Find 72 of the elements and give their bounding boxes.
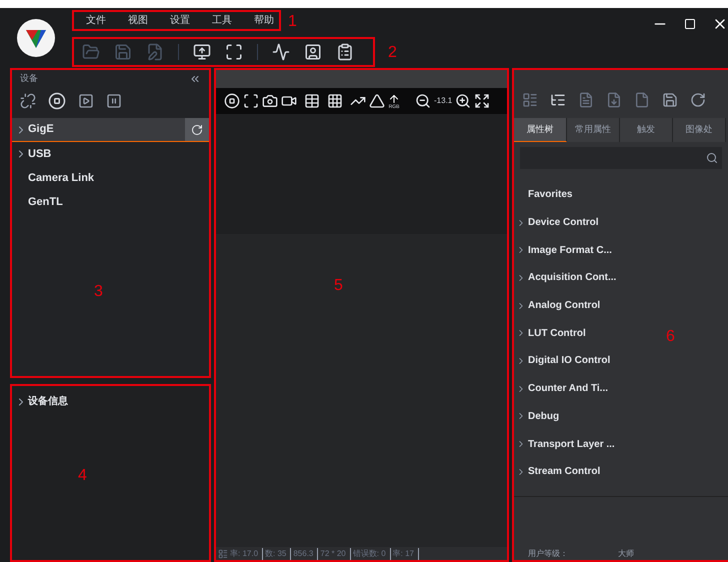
property-group[interactable]: Device Control	[514, 208, 599, 236]
table-icon[interactable]	[304, 93, 320, 109]
menu-item[interactable]: 视图	[128, 13, 148, 28]
clipboard-icon[interactable]	[336, 43, 354, 61]
collapse-icon[interactable]	[189, 73, 201, 85]
menu-item[interactable]: 文件	[86, 13, 106, 28]
arrow-up-icon	[388, 92, 400, 104]
refresh-button[interactable]	[185, 118, 209, 141]
property-group[interactable]: Transport Layer ...	[514, 430, 615, 458]
tab[interactable]: 图像处	[673, 118, 726, 142]
annotation-number: 4	[78, 466, 87, 486]
property-group[interactable]: Analog Control	[514, 292, 600, 320]
zoom-value: -13.1	[434, 95, 452, 107]
screen-switch-icon[interactable]	[193, 43, 211, 61]
file-export-icon[interactable]	[606, 92, 622, 108]
disconnect-icon[interactable]	[20, 93, 36, 109]
list-icon[interactable]	[550, 92, 566, 108]
status-icon[interactable]	[218, 548, 228, 558]
stop-icon[interactable]	[224, 93, 240, 109]
status-text: 数: 35	[265, 548, 292, 560]
menu-item[interactable]: 工具	[212, 13, 232, 28]
refresh-icon[interactable]	[690, 92, 706, 108]
property-group[interactable]: Stream Control	[514, 458, 600, 486]
user-level-label: 用户等级：	[528, 548, 568, 560]
play-icon[interactable]	[78, 93, 94, 109]
annotation-number: 1	[288, 12, 297, 32]
grid-icon[interactable]	[327, 93, 343, 109]
camera-icon[interactable]	[262, 93, 278, 109]
panel-icon[interactable]	[522, 92, 538, 108]
save-icon[interactable]	[662, 92, 678, 108]
tab[interactable]: 属性树	[514, 118, 567, 142]
device-tree-item[interactable]: USB	[12, 142, 209, 166]
file-icon[interactable]	[634, 92, 650, 108]
tab[interactable]: 常用属性	[567, 118, 620, 142]
property-group[interactable]: Counter And Ti...	[514, 374, 608, 402]
property-group[interactable]: LUT Control	[514, 319, 586, 348]
scan-icon[interactable]	[243, 93, 259, 109]
annotation-number: 5	[334, 276, 343, 296]
menu-item[interactable]: 帮助	[254, 13, 274, 28]
tab[interactable]: 触发	[620, 118, 673, 142]
maximize-icon[interactable]	[684, 18, 696, 30]
annotation-number: 6	[666, 327, 675, 347]
device-tree-item[interactable]: Camera Link	[12, 166, 209, 190]
user-level-value: 大师	[618, 548, 634, 560]
device-tree-item[interactable]: GenTL	[12, 190, 209, 214]
status-text: 72 * 20	[320, 548, 351, 560]
menu-item[interactable]: 设置	[170, 13, 190, 28]
pause-icon[interactable]	[106, 93, 122, 109]
zoom-out-icon[interactable]	[415, 93, 431, 109]
status-text: 856.3	[293, 548, 318, 560]
property-group[interactable]: Debug	[514, 402, 560, 430]
search-icon	[706, 152, 718, 164]
annotation-number: 3	[94, 282, 103, 302]
file-icon[interactable]	[578, 92, 594, 108]
stop-icon[interactable]	[48, 92, 66, 110]
device-tree-item[interactable]: GigE	[12, 118, 209, 142]
zoom-in-icon[interactable]	[455, 93, 472, 109]
panel-title: 设备	[20, 72, 38, 86]
annotation-number: 2	[388, 43, 397, 63]
refresh-icon	[191, 124, 203, 136]
waveform-icon[interactable]	[272, 43, 290, 61]
status-text: 率: 17	[392, 548, 419, 560]
device-info-item[interactable]: 设备信息	[12, 394, 209, 409]
property-group[interactable]: Acquisition Cont...	[514, 264, 616, 292]
fullscreen-icon[interactable]	[225, 43, 243, 61]
status-text: 错误数: 0	[352, 548, 391, 560]
logo-icon	[16, 18, 56, 58]
search-field[interactable]	[520, 147, 722, 169]
property-group[interactable]: Digital IO Control	[514, 347, 610, 375]
status-text: 率: 17.0	[230, 548, 264, 560]
property-group[interactable]: Favorites	[514, 181, 572, 209]
property-group[interactable]: Image Format C...	[514, 236, 612, 264]
